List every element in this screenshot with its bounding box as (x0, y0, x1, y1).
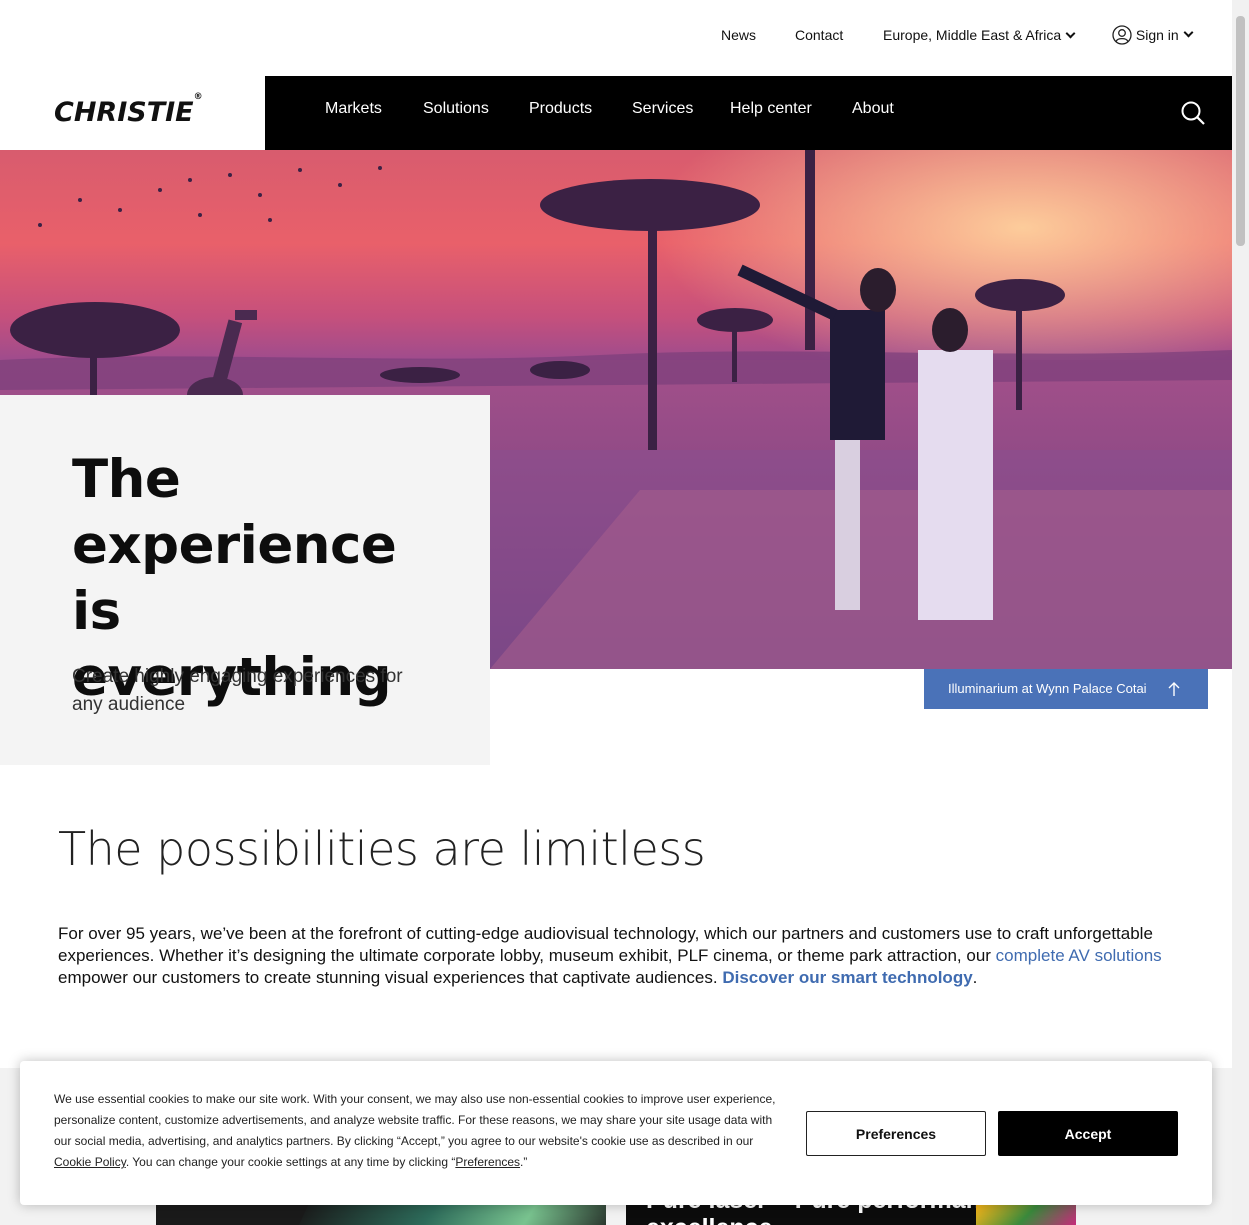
region-label: Europe, Middle East & Africa (883, 27, 1062, 43)
logo-area: CHRISTIE® (0, 76, 265, 150)
page-scrollbar[interactable] (1232, 0, 1249, 1225)
cookie-banner: We use essential cookies to make our sit… (20, 1061, 1212, 1205)
nav-item-markets[interactable]: Markets (325, 100, 382, 118)
region-selector[interactable]: Europe, Middle East & Africa (883, 27, 1076, 43)
complete-av-solutions-link[interactable]: complete AV solutions (996, 946, 1162, 965)
intro-text-2: empower our customers to create stunning… (58, 968, 723, 987)
intro-paragraph: For over 95 years, we’ve been at the for… (58, 923, 1168, 989)
nav-item-products[interactable]: Products (529, 100, 592, 118)
preferences-link[interactable]: Preferences (455, 1155, 520, 1169)
intro-text-3: . (972, 968, 978, 987)
chevron-down-icon (1065, 28, 1076, 39)
logo-text: CHRISTIE (54, 97, 194, 128)
main-nav: Markets Solutions Products Services Help… (265, 76, 1232, 150)
hero-subtitle: Create highly engaging experiences for a… (72, 666, 403, 715)
user-icon (1112, 25, 1132, 45)
hero-caption-button[interactable]: Illuminarium at Wynn Palace Cotai (924, 669, 1208, 709)
search-icon[interactable] (1180, 100, 1206, 126)
intro-text-1: For over 95 years, we’ve been at the for… (58, 924, 1153, 965)
hero-text-panel: The experience is everything Create high… (0, 395, 490, 765)
smart-technology-link[interactable]: Discover our smart technology (722, 968, 972, 987)
hero-caption-label: Illuminarium at Wynn Palace Cotai (948, 681, 1147, 696)
chevron-down-icon (1183, 27, 1194, 38)
scrollbar-thumb[interactable] (1236, 16, 1245, 246)
nav-item-about[interactable]: About (852, 100, 894, 118)
accept-button[interactable]: Accept (998, 1111, 1178, 1156)
cookie-text-2: . You can change your cookie settings at… (125, 1155, 456, 1169)
cookie-policy-link[interactable]: Cookie Policy (54, 1155, 126, 1169)
cookie-message: We use essential cookies to make our sit… (54, 1089, 784, 1173)
logo-registered-mark: ® (193, 92, 203, 102)
sign-in-label: Sign in (1135, 27, 1179, 43)
nav-item-services[interactable]: Services (632, 100, 693, 118)
contact-link[interactable]: Contact (795, 27, 843, 43)
cookie-text-1: We use essential cookies to make our sit… (54, 1092, 776, 1148)
cookie-text-3: .” (520, 1155, 528, 1169)
nav-item-solutions[interactable]: Solutions (423, 100, 489, 118)
christie-logo[interactable]: CHRISTIE® (54, 92, 203, 128)
preferences-button[interactable]: Preferences (806, 1111, 986, 1156)
section-title: The possibilities are limitless (58, 822, 706, 876)
sign-in-button[interactable]: Sign in (1112, 25, 1194, 45)
news-link[interactable]: News (721, 27, 756, 43)
nav-item-help-center[interactable]: Help center (730, 100, 812, 118)
arrow-up-icon (1168, 682, 1180, 696)
utility-bar: News Contact Europe, Middle East & Afric… (0, 0, 1232, 76)
